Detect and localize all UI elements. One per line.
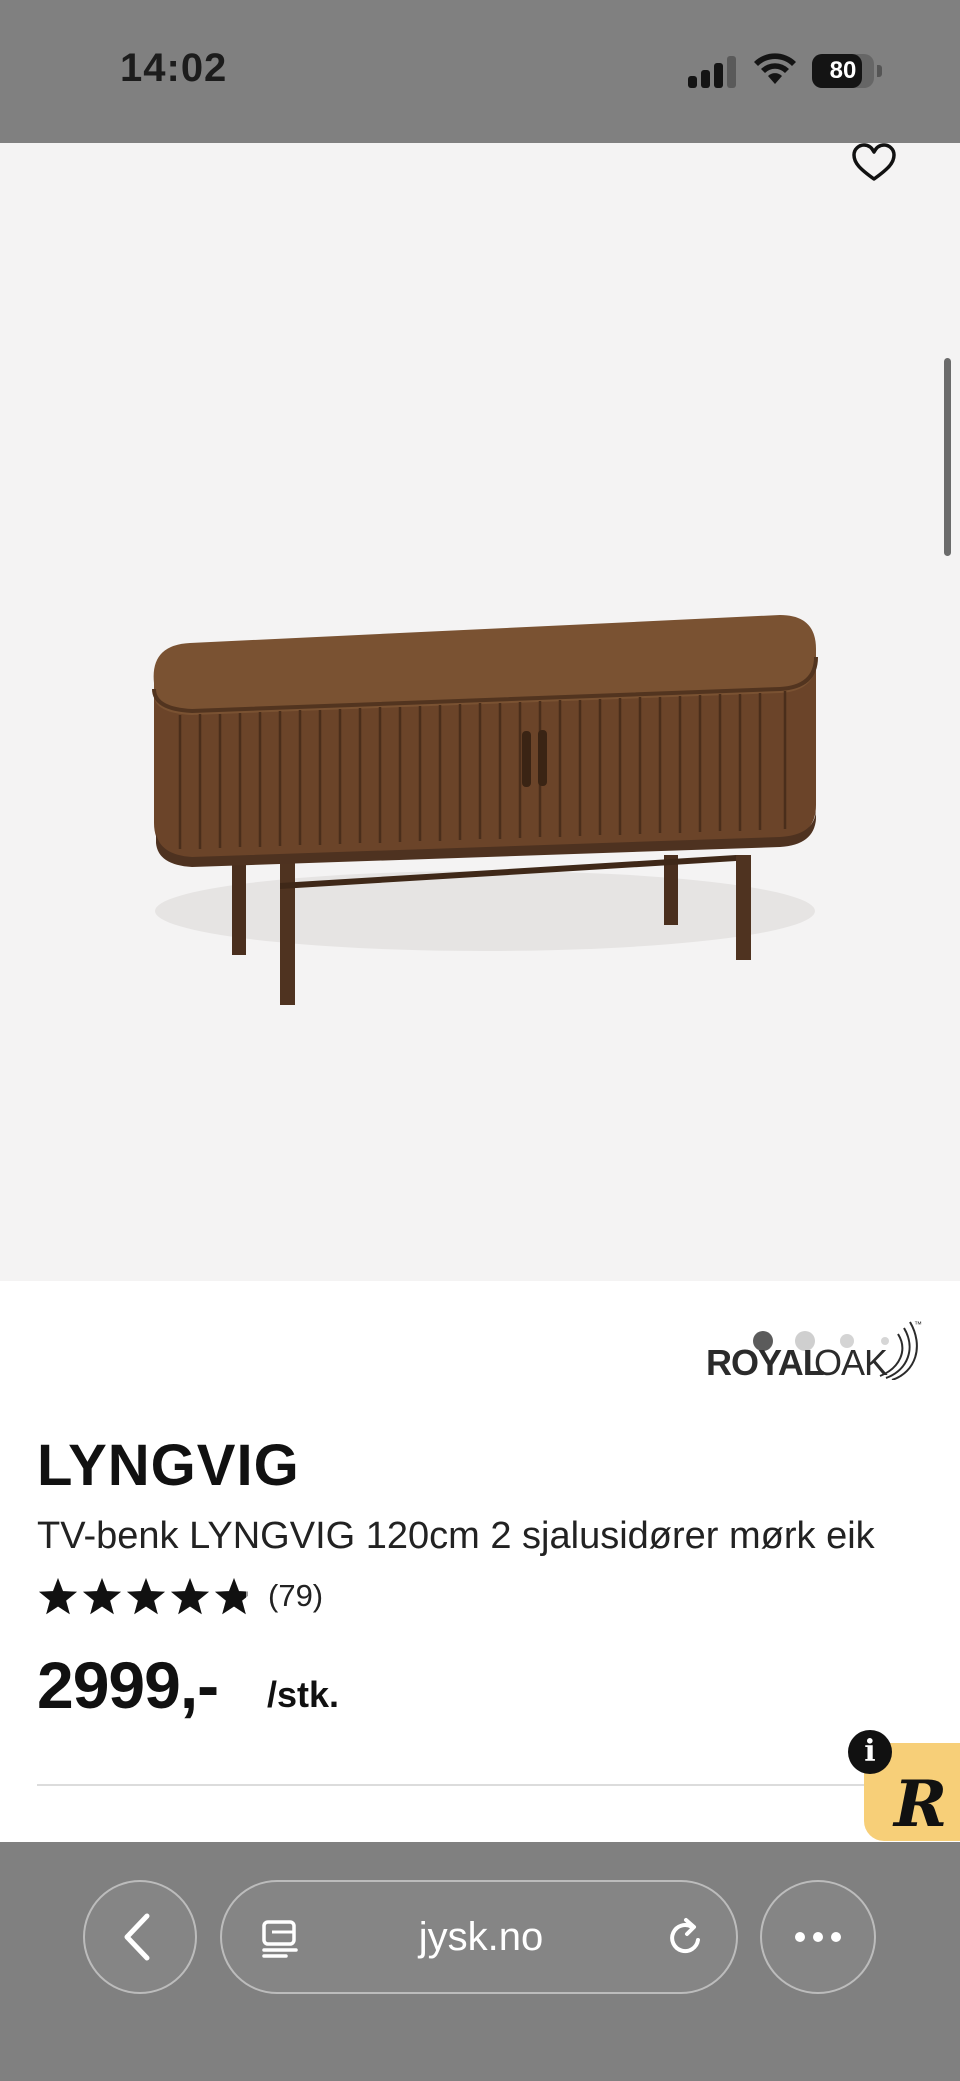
url-text[interactable]: jysk.no	[222, 1882, 740, 1992]
badge-logo-letter: R	[894, 1767, 948, 1842]
product-gallery[interactable]	[0, 143, 960, 1351]
product-description: TV-benk LYNGVIG 120cm 2 sjalusidører mør…	[37, 1515, 875, 1557]
wifi-icon	[754, 53, 796, 84]
product-title: LYNGVIG	[37, 1433, 300, 1498]
divider	[37, 1784, 887, 1786]
star-icon	[127, 1578, 165, 1615]
product-price: 2999,-	[37, 1648, 219, 1722]
cellular-signal-icon	[688, 54, 738, 88]
heart-icon[interactable]	[850, 143, 898, 183]
back-icon	[124, 1913, 150, 1961]
floating-badge[interactable]: R i	[848, 1730, 960, 1842]
price-unit: /stk.	[267, 1674, 340, 1715]
battery-icon: 80	[812, 54, 874, 88]
brand-logo[interactable]: ROYAL OAK ™	[706, 1320, 926, 1383]
back-button[interactable]	[83, 1880, 197, 1994]
reload-icon[interactable]	[664, 1916, 708, 1960]
star-icon	[83, 1578, 121, 1615]
more-button[interactable]	[760, 1880, 876, 1994]
scrollbar[interactable]	[944, 358, 951, 556]
star-icon	[39, 1578, 77, 1615]
star-icon	[215, 1578, 246, 1615]
battery-nub	[877, 65, 882, 77]
status-bar: 14:02 80	[0, 0, 960, 143]
info-icon[interactable]: i	[848, 1730, 892, 1774]
product-image	[152, 615, 818, 1005]
star-icon	[171, 1578, 209, 1615]
product-page: 14:02 80 ROYAL OAK ™ LYNGVIG TV-benk LYN…	[0, 0, 960, 2081]
brand-arcs-icon	[879, 1321, 918, 1380]
battery-percentage: 80	[829, 57, 857, 84]
address-bar[interactable]: jysk.no	[220, 1880, 738, 1994]
rating-count[interactable]: (79)	[268, 1578, 323, 1614]
browser-toolbar: jysk.no	[0, 1842, 960, 2081]
rating-stars	[39, 1578, 248, 1615]
more-icon	[795, 1932, 841, 1942]
status-time: 14:02	[120, 46, 228, 90]
brand-logo-royal: ROYAL	[706, 1342, 825, 1383]
brand-trademark: ™	[914, 1320, 922, 1329]
